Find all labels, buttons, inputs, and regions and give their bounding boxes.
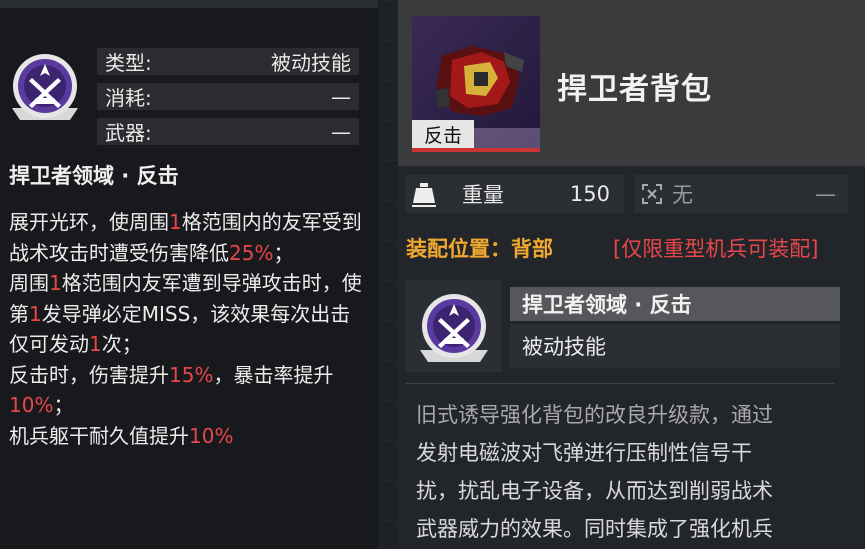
item-detail-panel: 反击 捍卫者背包 重量 150 无 — 装配位置：背部 [仅限重型机兵可装配]	[398, 0, 865, 549]
description-text: 展开光环，使周围	[9, 210, 169, 234]
defender-domain-icon	[8, 46, 82, 126]
highlight-value: 1	[169, 210, 182, 234]
stat-label: 消耗:	[105, 86, 152, 110]
description-text: 反击时，伤害提升	[9, 362, 169, 387]
weight-value: 150	[569, 182, 610, 206]
item-name: 捍卫者背包	[557, 72, 712, 107]
skill-detail-panel: 类型: 被动技能 消耗: — 武器: — 捍卫者领域 · 反击 展开光环，使周围…	[0, 0, 378, 549]
description-paragraph: 反击时，伤害提升15%，暴击率提升 10%；	[9, 360, 369, 421]
weight-icon	[406, 175, 442, 213]
item-skill-card[interactable]: 捍卫者领域 · 反击 被动技能	[406, 280, 846, 372]
stat-value: —	[331, 84, 351, 109]
mod-slot-stat: 无 —	[634, 175, 848, 213]
lore-line: 武器威力的效果。同时集成了强化机兵	[416, 517, 773, 541]
highlight-value: 15%	[169, 362, 214, 387]
description-text: ；	[53, 393, 74, 417]
description-text: 发导弹必定MISS，该效果每次出击仅可发动	[9, 301, 351, 357]
slot-position: 装配位置：背部	[406, 237, 553, 261]
stat-label: 武器:	[105, 121, 152, 145]
item-header: 反击 捍卫者背包	[398, 0, 865, 166]
slot-restriction: [仅限重型机兵可装配]	[613, 237, 819, 261]
highlight-value: 10%	[189, 423, 234, 448]
item-skill-type: 被动技能	[510, 324, 840, 368]
highlight-value: 1	[89, 332, 102, 356]
description-text: 次；	[101, 332, 142, 356]
highlight-value: 1	[49, 271, 62, 295]
mod-slot-icon	[634, 182, 670, 206]
mod-value: 无	[672, 183, 693, 207]
description-paragraph: 展开光环，使周围1格范围内的友军受到战术攻击时遭受伤害降低25%；	[9, 207, 369, 268]
highlight-value: 25%	[229, 240, 274, 265]
description-paragraph: 周围1格范围内友军遭到导弹攻击时，使第1发导弹必定MISS，该效果每次出击仅可发…	[9, 268, 369, 360]
description-text: ；	[273, 240, 294, 265]
defender-domain-icon	[406, 280, 502, 372]
stat-value: —	[331, 119, 351, 144]
skill-description: 展开光环，使周围1格范围内的友军受到战术攻击时遭受伤害降低25%； 周围1格范围内…	[9, 207, 369, 451]
weight-label: 重量	[462, 183, 504, 207]
description-text: 机兵躯干耐久值提升	[9, 423, 189, 448]
skill-title: 捍卫者领域 · 反击	[9, 164, 179, 188]
highlight-value: 10%	[9, 393, 54, 417]
lore-line: 发射电磁波对飞弹进行压制性信号干	[416, 441, 752, 465]
stat-type-row: 类型: 被动技能	[97, 48, 359, 75]
stat-value: 被动技能	[271, 51, 351, 75]
item-thumbnail: 反击	[412, 16, 540, 152]
stat-weapon-row: 武器: —	[97, 118, 359, 145]
panel-top-bar	[0, 0, 378, 8]
item-lore: 旧式诱导强化背包的改良升级款，通过 发射电磁波对飞弹进行压制性信号干 扰，扰乱电…	[416, 396, 836, 548]
stat-cost-row: 消耗: —	[97, 83, 359, 110]
description-paragraph: 机兵躯干耐久值提升10%	[9, 421, 369, 452]
stat-label: 类型:	[105, 51, 152, 75]
mod-dash: —	[815, 182, 836, 206]
weight-stat: 重量 150	[406, 175, 624, 213]
lore-line: 扰，扰乱电子设备，从而达到削弱战术	[416, 479, 773, 503]
highlight-value: 1	[29, 301, 42, 326]
description-text: ，暴击率提升	[213, 362, 334, 387]
divider	[406, 383, 834, 384]
description-text: 周围	[9, 271, 49, 295]
lore-line: 旧式诱导强化背包的改良升级款，通过	[416, 403, 773, 427]
item-skill-title: 捍卫者领域 · 反击	[510, 287, 840, 321]
item-tag: 反击	[412, 120, 474, 148]
